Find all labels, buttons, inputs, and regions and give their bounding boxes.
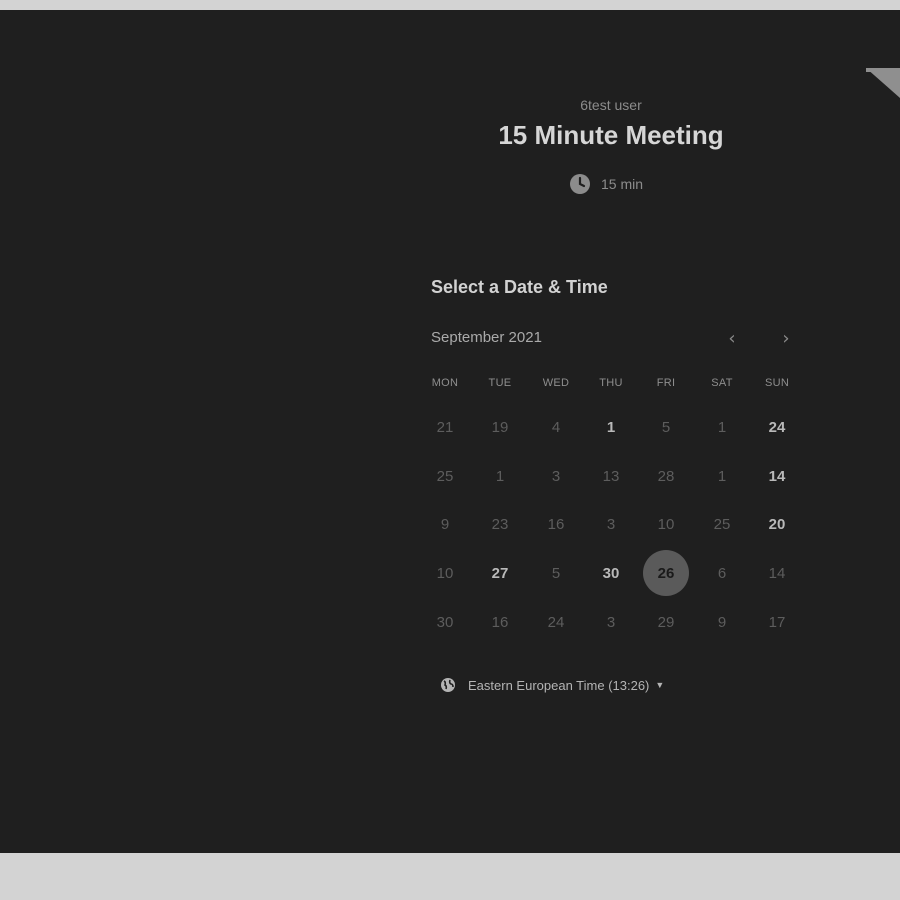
calendar-day: 17 — [768, 613, 786, 631]
event-duration: 15 min — [569, 173, 643, 195]
chevron-left-icon: ‹ — [728, 328, 736, 349]
weekday-label: SUN — [764, 377, 790, 389]
next-month-button[interactable]: › — [775, 330, 797, 350]
calendar-day: 30 — [436, 613, 454, 631]
calendar-day: 24 — [547, 613, 565, 631]
calendar-day: 23 — [491, 515, 509, 533]
globe-icon — [440, 677, 456, 693]
calendar-day[interactable]: 24 — [755, 405, 799, 449]
weekday-label: THU — [599, 377, 623, 389]
calendar-day: 10 — [657, 515, 675, 533]
calendar-day: 9 — [717, 613, 727, 631]
chevron-right-icon: › — [782, 328, 790, 349]
calendar-day-selected[interactable]: 26 — [643, 550, 689, 596]
calendar-day: 16 — [491, 613, 509, 631]
weekday-label: MON — [431, 377, 459, 389]
calendar-day: 1 — [717, 467, 727, 485]
calendar-day: 28 — [657, 467, 675, 485]
previous-month-button[interactable]: ‹ — [721, 330, 743, 350]
timezone-label: Eastern European Time (13:26) — [468, 677, 650, 693]
weekday-label: TUE — [488, 377, 512, 389]
calendar-day: 3 — [606, 515, 616, 533]
duration-label: 15 min — [601, 176, 644, 192]
calendar-day[interactable]: 30 — [589, 551, 633, 595]
calendar-day: 10 — [436, 564, 454, 582]
calendar-day[interactable]: 20 — [755, 502, 799, 546]
calendar-day: 25 — [436, 467, 454, 485]
section-title: Select a Date & Time — [431, 277, 608, 297]
calendar-day: 16 — [547, 515, 565, 533]
calendar-day: 14 — [768, 564, 786, 582]
scheduling-panel: 6test user 15 Minute Meeting 15 min Sele… — [0, 10, 900, 853]
calendar-day: 3 — [551, 467, 561, 485]
calendar-day[interactable]: 27 — [478, 551, 522, 595]
calendar-day: 21 — [436, 418, 454, 436]
calendar-day: 9 — [440, 515, 450, 533]
calendar-day: 6 — [717, 564, 727, 582]
calendar-day: 1 — [717, 418, 727, 436]
calendar-day[interactable]: 14 — [755, 454, 799, 498]
calendar-day[interactable]: 1 — [589, 405, 633, 449]
timezone-selector[interactable]: Eastern European Time (13:26) ▼ — [440, 677, 664, 693]
weekday-label: SAT — [711, 377, 733, 389]
event-title: 15 Minute Meeting — [498, 120, 724, 150]
weekday-label: FRI — [656, 377, 676, 389]
calendar-day: 29 — [657, 613, 675, 631]
calendar-day: 3 — [606, 613, 616, 631]
calendar-day: 1 — [495, 467, 505, 485]
calendar-day: 13 — [602, 467, 620, 485]
calendar-day: 25 — [713, 515, 731, 533]
powered-by-ribbon[interactable] — [866, 68, 900, 98]
weekday-label: WED — [542, 377, 570, 389]
calendar-day: 19 — [491, 418, 509, 436]
calendar-day: 4 — [551, 418, 561, 436]
caret-down-icon: ▼ — [655, 680, 665, 690]
calendar-day: 5 — [661, 418, 671, 436]
event-owner: 6test user — [580, 97, 642, 113]
month-label: September 2021 — [431, 329, 542, 346]
calendar-day: 5 — [551, 564, 561, 582]
clock-icon — [569, 173, 591, 195]
